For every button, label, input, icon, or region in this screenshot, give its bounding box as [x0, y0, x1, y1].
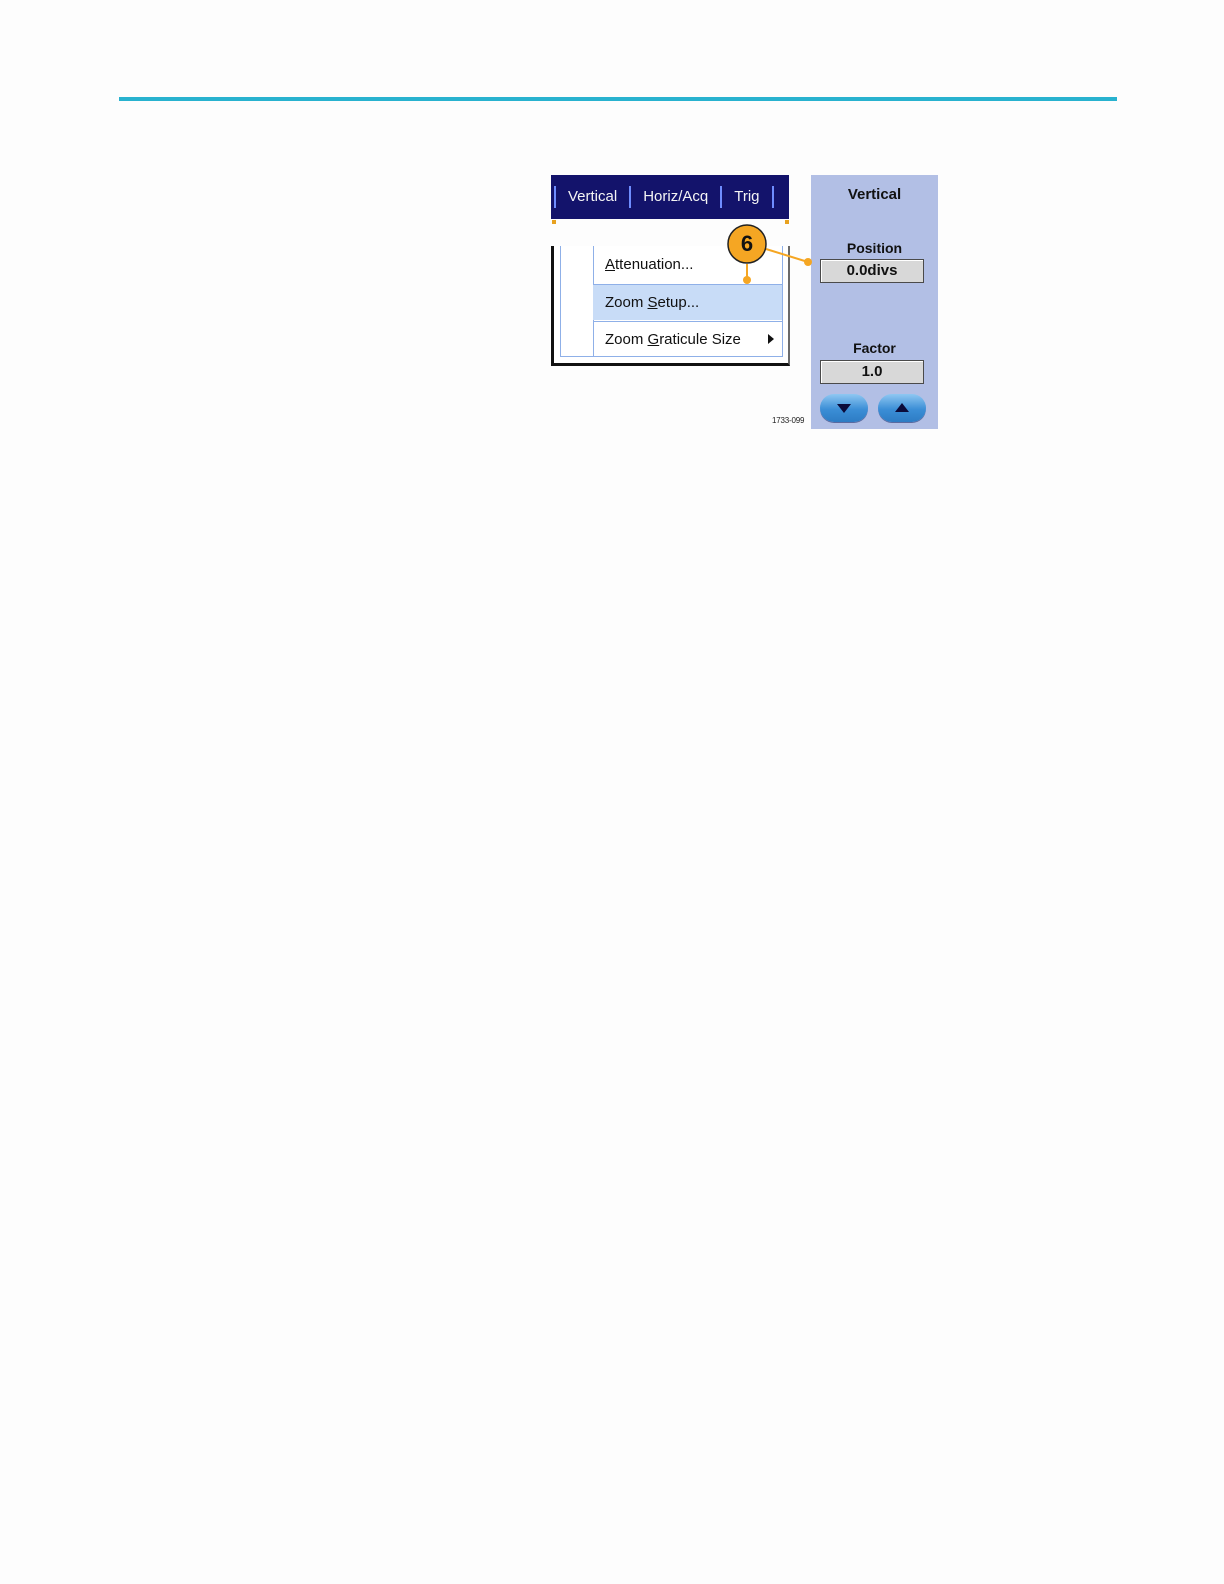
callout-dot: [743, 276, 751, 284]
document-page: Vertical Horiz/Acq Trig Attenuation... Z…: [0, 0, 1224, 1584]
callout-graphic: [727, 224, 812, 284]
callout-dot: [804, 258, 812, 266]
figure-id: 1733-099: [772, 416, 805, 425]
callout-number: 6: [740, 231, 754, 256]
callout-leader-line: [765, 248, 809, 263]
